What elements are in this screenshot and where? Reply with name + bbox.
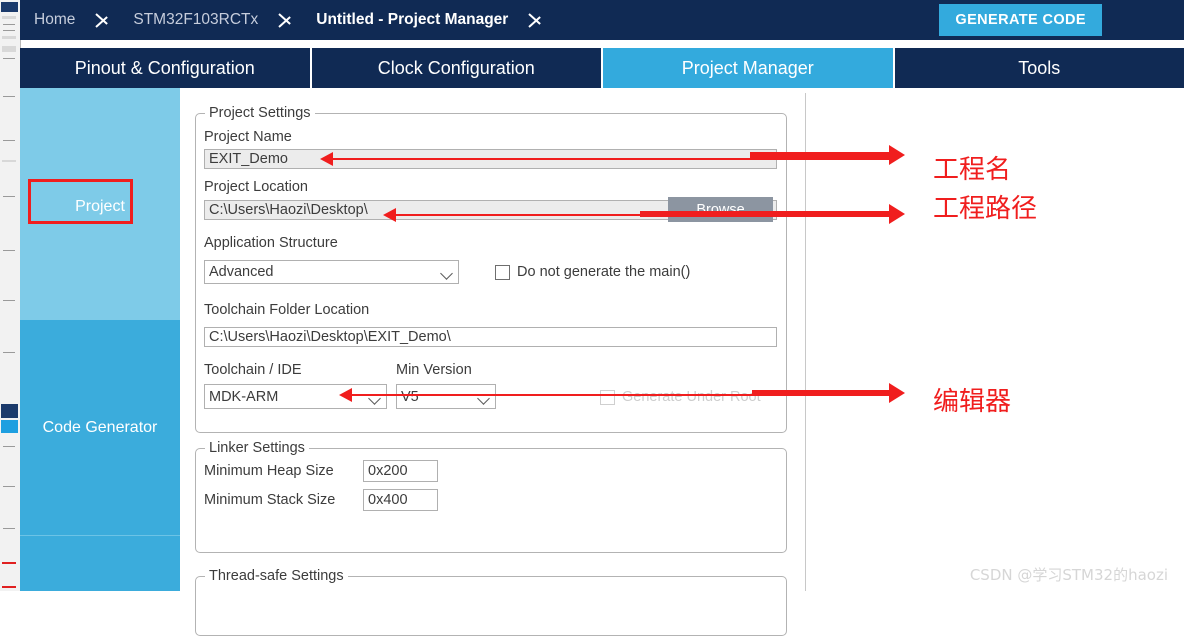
sidebar-item-label: Code Generator	[43, 419, 158, 437]
breadcrumb-item-home[interactable]: Home	[20, 11, 89, 29]
annotation-arrow-project-location-thick	[640, 211, 890, 217]
breadcrumb-item-device[interactable]: STM32F103RCTx	[119, 11, 272, 29]
min-version-label: Min Version	[396, 362, 472, 378]
application-structure-label: Application Structure	[204, 235, 338, 251]
annotation-text-project-path: 工程路径	[933, 192, 1037, 226]
linker-settings-legend: Linker Settings	[205, 440, 309, 456]
minimum-stack-size-input[interactable]: 0x400	[363, 489, 438, 511]
toolchain-folder-label: Toolchain Folder Location	[204, 302, 369, 318]
chevron-right-icon	[272, 0, 302, 40]
browse-button[interactable]: Browse	[668, 197, 773, 222]
checkbox-label: Do not generate the main()	[517, 264, 690, 280]
toolchain-ide-select[interactable]: MDK-ARM	[204, 384, 387, 409]
checkbox-box	[495, 265, 510, 280]
annotation-arrow-project-name-thick	[750, 152, 890, 158]
breadcrumb-item-current[interactable]: Untitled - Project Manager	[302, 11, 522, 29]
titlebar: Home STM32F103RCTx Untitled - Project Ma…	[20, 0, 1184, 40]
project-manager-sidebar: Project Code Generator	[20, 93, 180, 591]
toolchain-ide-label: Toolchain / IDE	[204, 362, 302, 378]
sidebar-item-code-generator[interactable]: Code Generator	[20, 320, 180, 536]
application-structure-select[interactable]: Advanced	[204, 260, 459, 284]
content-divider	[805, 93, 806, 591]
background-window-strip	[0, 0, 21, 591]
chevron-right-icon	[89, 0, 119, 40]
tab-project-manager[interactable]: Project Manager	[603, 48, 895, 88]
sidebar-item-advanced-settings[interactable]	[20, 536, 180, 591]
minimum-heap-size-input[interactable]: 0x200	[363, 460, 438, 482]
min-version-select[interactable]: V5	[396, 384, 496, 409]
min-version-value: V5	[401, 389, 477, 405]
toolchain-folder-input: C:\Users\Haozi\Desktop\EXIT_Demo\	[204, 327, 777, 347]
annotation-text-project-name: 工程名	[933, 153, 1011, 187]
application-structure-value: Advanced	[209, 264, 440, 280]
annotation-arrow-project-name	[333, 158, 895, 160]
breadcrumb: Home STM32F103RCTx Untitled - Project Ma…	[20, 0, 552, 40]
chevron-down-icon	[440, 265, 454, 279]
thread-safe-settings-legend: Thread-safe Settings	[205, 568, 348, 584]
project-manager-content: Project Settings Project Name EXIT_Demo …	[180, 93, 1184, 591]
generate-under-root-checkbox[interactable]: Generate Under Root	[600, 385, 761, 409]
tab-pinout-configuration[interactable]: Pinout & Configuration	[20, 48, 312, 88]
project-location-label: Project Location	[204, 179, 308, 195]
watermark: CSDN @学习STM32的haozi	[970, 564, 1168, 585]
chevron-down-icon	[368, 390, 382, 404]
chevron-down-icon	[477, 390, 491, 404]
project-settings-legend: Project Settings	[205, 105, 315, 121]
checkbox-label: Generate Under Root	[622, 389, 761, 405]
annotation-text-editor: 编辑器	[933, 385, 1011, 419]
main-tab-bar: Pinout & Configuration Clock Configurati…	[20, 48, 1184, 88]
sidebar-item-project[interactable]: Project	[20, 93, 180, 320]
sidebar-item-label: Project	[75, 198, 125, 216]
thread-safe-settings-group: Thread-safe Settings	[195, 576, 787, 636]
project-name-label: Project Name	[204, 129, 292, 145]
chevron-right-icon	[522, 0, 552, 40]
minimum-stack-size-label: Minimum Stack Size	[204, 492, 335, 508]
checkbox-box	[600, 390, 615, 405]
annotation-arrow-editor-thick	[752, 390, 890, 396]
tab-clock-configuration[interactable]: Clock Configuration	[312, 48, 604, 88]
generate-code-button[interactable]: GENERATE CODE	[939, 4, 1102, 36]
do-not-generate-main-checkbox[interactable]: Do not generate the main()	[495, 260, 690, 284]
minimum-heap-size-label: Minimum Heap Size	[204, 463, 334, 479]
tab-tools[interactable]: Tools	[895, 48, 1184, 88]
stm32cubemx-window: Home STM32F103RCTx Untitled - Project Ma…	[0, 0, 1184, 591]
